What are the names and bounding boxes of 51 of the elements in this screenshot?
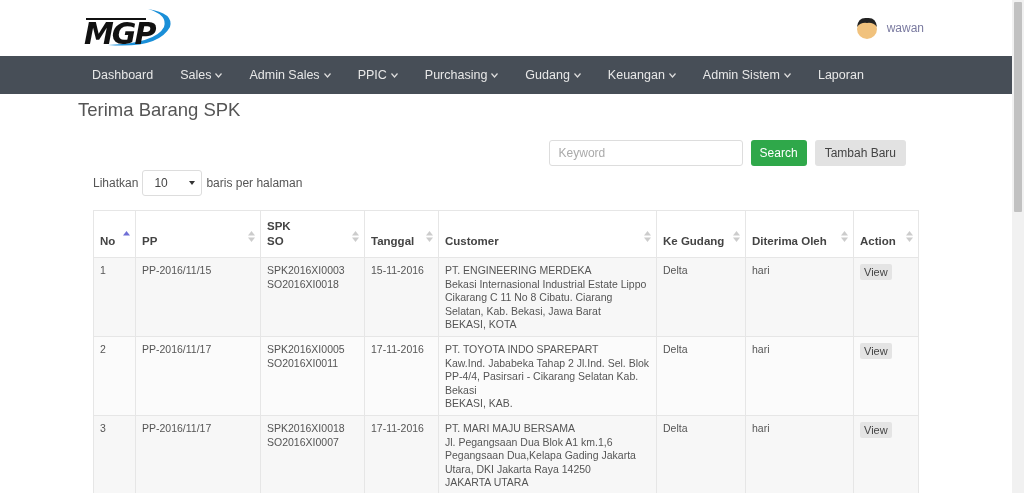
column-header[interactable]: Ke Gudang (656, 210, 746, 258)
nav-item[interactable]: Gudang (525, 68, 581, 82)
table-cell: SPK2016XI0005 SO2016XI0011 (260, 336, 365, 416)
table-cell: PT. ENGINEERING MERDEKA Bekasi Internasional Industrial Estate Lippo Cikarang C 11 No 8 Cibatu. Ciarang Selatan, Kab. Bekasi, Jawa Barat BEKASI, KOTA (438, 257, 657, 337)
page-size-select[interactable]: 10 (142, 170, 203, 196)
column-header[interactable]: Action (853, 210, 919, 258)
nav-item[interactable]: Admin Sistem (702, 68, 791, 82)
page-title: Terima Barang SPK (78, 100, 242, 120)
table-cell: PP-2016/11/17 (135, 415, 261, 493)
nav-item[interactable]: PPIC (357, 68, 398, 82)
table-cell: hari (745, 257, 854, 337)
nav-item[interactable]: Dashboard (92, 68, 154, 82)
column-header[interactable]: Tanggal (364, 210, 439, 258)
table-cell: PP-2016/11/15 (135, 257, 261, 337)
column-header[interactable]: SPK SO (260, 210, 365, 258)
column-header[interactable]: PP (135, 210, 261, 258)
user-name[interactable]: wawan (886, 21, 924, 35)
table-cell: SPK2016XI0003 SO2016XI0018 (260, 257, 365, 337)
nav-item[interactable]: Sales (180, 68, 223, 82)
table-cell: Delta (656, 336, 746, 416)
table-cell: PP-2016/11/17 (135, 336, 261, 416)
table-cell: Delta (656, 257, 746, 337)
nav-item[interactable]: Purchasing (424, 68, 499, 82)
table-cell: PT. MARI MAJU BERSAMA Jl. Pegangsaan Dua Blok A1 km.1,6 Pegangsaan Dua,Kelapa Gading Jakarta Utara, DKI Jakarta Raya 14250 JAKARTA UTARA (438, 415, 657, 493)
search-field[interactable]: Keyword (548, 140, 743, 166)
table-cell: hari (745, 336, 854, 416)
table-cell: 17-11-2016 (364, 415, 439, 493)
table-cell: 3 (93, 415, 136, 493)
table-cell: hari (745, 415, 854, 493)
table-cell: PT. TOYOTA INDO SPAREPART Kaw.Ind. Jababeka Tahap 2 Jl.Ind. Sel. Blok PP-4/4, Pasirsari - Cikarang Selatan Kab. Bekasi BEKASI, KAB. (438, 336, 657, 416)
view-button[interactable]: View (860, 264, 892, 280)
table-cell: 17-11-2016 (364, 336, 439, 416)
nav-item[interactable]: Admin Sales (249, 68, 331, 82)
table-cell: SPK2016XI0018 SO2016XI0007 (260, 415, 365, 493)
add-button[interactable]: Tambah Baru (814, 140, 906, 166)
column-header[interactable]: Customer (438, 210, 657, 258)
nav-item[interactable]: Keuangan (607, 68, 676, 82)
avatar-icon[interactable] (854, 16, 879, 40)
view-button[interactable]: View (860, 421, 892, 438)
caret-icon (189, 181, 196, 185)
table-cell: Delta (656, 415, 746, 493)
page-size-label: Lihatkan (93, 176, 139, 190)
nav-item[interactable]: Laporan (817, 68, 864, 82)
view-button[interactable]: View (860, 342, 892, 359)
table-cell: 2 (93, 336, 136, 416)
column-header[interactable]: No (93, 210, 136, 258)
table-cell: 15-11-2016 (364, 257, 439, 337)
column-header[interactable]: Diterima Oleh (745, 210, 854, 258)
page-size-label: baris per halaman (206, 176, 303, 190)
table-cell: 1 (93, 257, 136, 337)
scrollbar[interactable] (1012, 0, 1024, 493)
